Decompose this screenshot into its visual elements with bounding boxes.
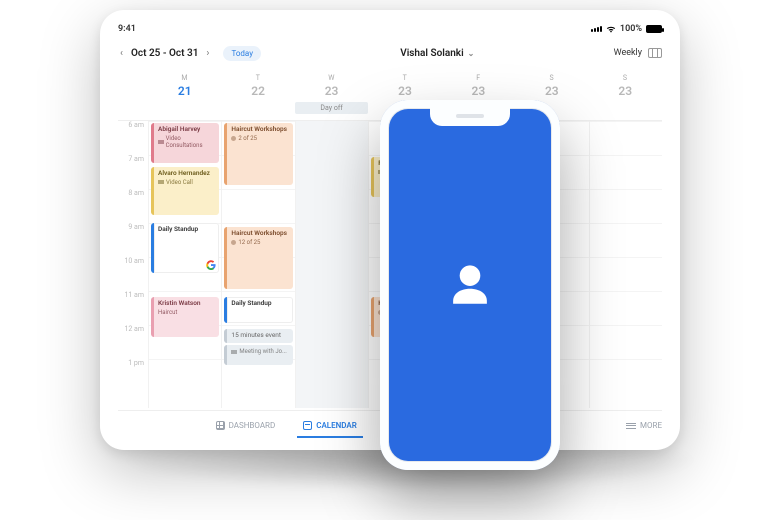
date-range-label[interactable]: Oct 25 - Oct 31	[131, 48, 198, 59]
event-card[interactable]: Haircut Workshops 12 of 25	[224, 227, 292, 289]
prev-week-button[interactable]: ‹	[118, 48, 125, 59]
status-time: 9:41	[118, 24, 136, 34]
day-header-tue[interactable]: T 22	[221, 70, 294, 120]
event-card[interactable]: Kristin Watson Haircut	[151, 297, 219, 337]
view-mode-label[interactable]: Weekly	[614, 48, 642, 58]
day-header-sun[interactable]: S 23	[589, 70, 662, 120]
day-column-tue[interactable]: Haircut Workshops 2 of 25 Haircut Worksh…	[221, 121, 294, 408]
user-name-label: Vishal Solanki	[400, 48, 463, 59]
phone-device	[380, 100, 560, 470]
phone-notch	[430, 108, 510, 126]
day-column-sun[interactable]	[589, 121, 662, 408]
video-icon	[158, 180, 164, 184]
view-mode-icon[interactable]	[648, 48, 662, 58]
event-card[interactable]: Haircut Workshops 2 of 25	[224, 123, 292, 185]
user-selector[interactable]: Vishal Solanki ⌄	[400, 48, 474, 59]
day-header-mon[interactable]: M 21	[148, 70, 221, 120]
wifi-icon	[606, 25, 616, 33]
day-header-wed[interactable]: W 23 Day off	[295, 70, 368, 120]
google-icon	[206, 260, 216, 270]
calendar-icon	[303, 421, 312, 430]
contact-icon	[440, 255, 500, 315]
people-icon	[231, 240, 236, 245]
today-button[interactable]: Today	[223, 46, 261, 61]
event-card[interactable]: Daily Standup	[224, 297, 292, 323]
event-card[interactable]: Meeting with Jo...	[224, 345, 292, 365]
allday-event[interactable]: Day off	[295, 102, 368, 114]
signal-icon	[591, 26, 602, 32]
tab-calendar[interactable]: CALENDAR	[303, 415, 357, 436]
event-card[interactable]: Alvaro Hernandez Video Call	[151, 167, 219, 215]
menu-icon	[626, 423, 636, 429]
day-column-wed[interactable]	[295, 121, 368, 408]
event-card[interactable]: Abigail Harvey Video Consultations	[151, 123, 219, 163]
people-icon	[231, 136, 236, 141]
day-column-mon[interactable]: Abigail Harvey Video Consultations Alvar…	[148, 121, 221, 408]
tab-dashboard[interactable]: DASHBOARD	[216, 415, 276, 436]
battery-icon	[646, 25, 662, 33]
time-gutter: 6 am 7 am 8 am 9 am 10 am 11 am 12 am 1 …	[118, 121, 148, 408]
dashboard-icon	[216, 421, 225, 430]
calendar-toolbar: ‹ Oct 25 - Oct 31 › Today Vishal Solanki…	[118, 40, 662, 66]
next-week-button[interactable]: ›	[204, 48, 211, 59]
event-card[interactable]: 15 minutes event	[224, 329, 292, 343]
chevron-down-icon: ⌄	[468, 49, 475, 58]
video-icon	[158, 140, 164, 144]
event-card[interactable]: Daily Standup	[151, 223, 219, 273]
tab-more[interactable]: MORE	[626, 421, 662, 430]
status-bar: 9:41 100%	[118, 22, 662, 36]
battery-percent: 100%	[620, 24, 642, 34]
video-icon	[231, 350, 237, 354]
